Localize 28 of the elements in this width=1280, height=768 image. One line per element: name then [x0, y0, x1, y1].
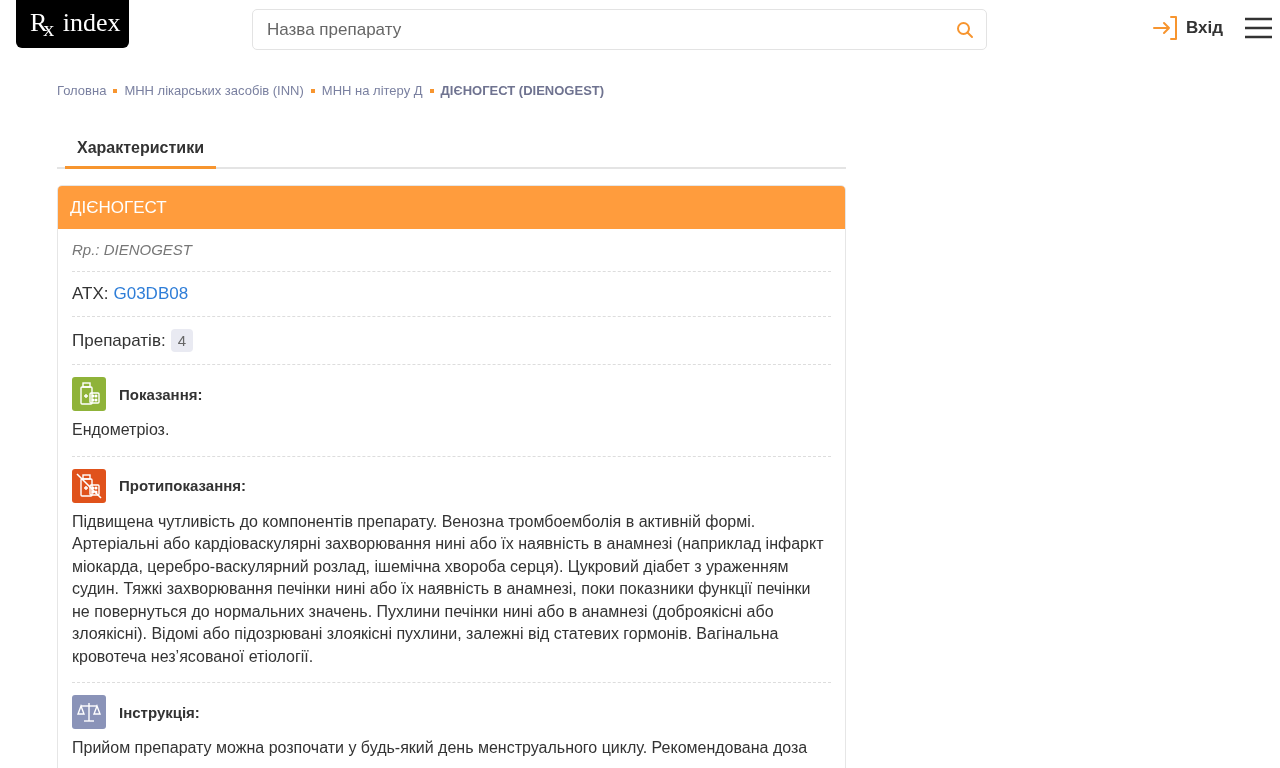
count-badge: 4	[170, 329, 193, 352]
search-field[interactable]: Назва препарату	[252, 9, 987, 50]
breadcrumb-link[interactable]: Головна	[57, 83, 107, 98]
section-title: Показання:	[119, 385, 203, 403]
breadcrumb-separator	[429, 88, 434, 93]
breadcrumb-separator	[310, 88, 315, 93]
login-link[interactable]: Вхід	[1151, 15, 1223, 41]
atc-link[interactable]: G03DB08	[113, 284, 189, 304]
breadcrumb-link[interactable]: МНН на літеру Д	[321, 83, 423, 98]
section-text: Ендометріоз.	[72, 420, 171, 440]
latin-name: Rp.: DIENOGEST	[72, 241, 193, 258]
breadcrumb-separator	[113, 88, 118, 93]
atc-label: АТХ:	[72, 284, 109, 304]
breadcrumb-link[interactable]: МНН лікарських засобів (INN)	[124, 83, 304, 98]
section-text: Підвищена чутливість до компонентів препарату. Венозна тромбоемболія в активній формі. Артеріальні або кардіоваскулярні захворювання нині або їх наявність в анамнезі (наприклад інфаркт міокарда, церебро-васкулярний розлад, ішемічна хвороба серця). Цукровий діабет з ураженням судин. Тяжкі захворювання печінки нині або їх наявність в анамнезі, поки показники функції печінки не повернуться до нормальних значень. Пухлини печінки нині або в анамнезі (доброякісні або злоякісні). Відомі або підозрювані злоякісні пухлини, залежні від статевих гормонів. Вагінальна кровотеча нез’ясованої етіології.	[72, 511, 825, 667]
count-label: Препаратів:	[72, 330, 166, 351]
section-text: Прийом препарату можна розпочати у будь-який день менструального циклу. Рекомендована доза	[72, 738, 809, 758]
section-title: Протипоказання:	[119, 477, 247, 494]
sign-in-icon	[1151, 15, 1180, 41]
section-title: Інструкція:	[119, 703, 200, 721]
medicine-icon	[72, 377, 106, 411]
scales-icon	[72, 695, 106, 729]
tab[interactable]: Характеристики	[65, 130, 216, 169]
logo[interactable]: R$_{x}$ index	[16, 0, 129, 48]
card-title: ДІЄНОГЕСТ	[70, 198, 167, 217]
crossed-medicine-icon	[72, 468, 106, 503]
breadcrumb-link[interactable]: ДІЄНОГЕСТ (DIENOGEST)	[440, 83, 605, 98]
menu-icon[interactable]	[1245, 17, 1272, 39]
